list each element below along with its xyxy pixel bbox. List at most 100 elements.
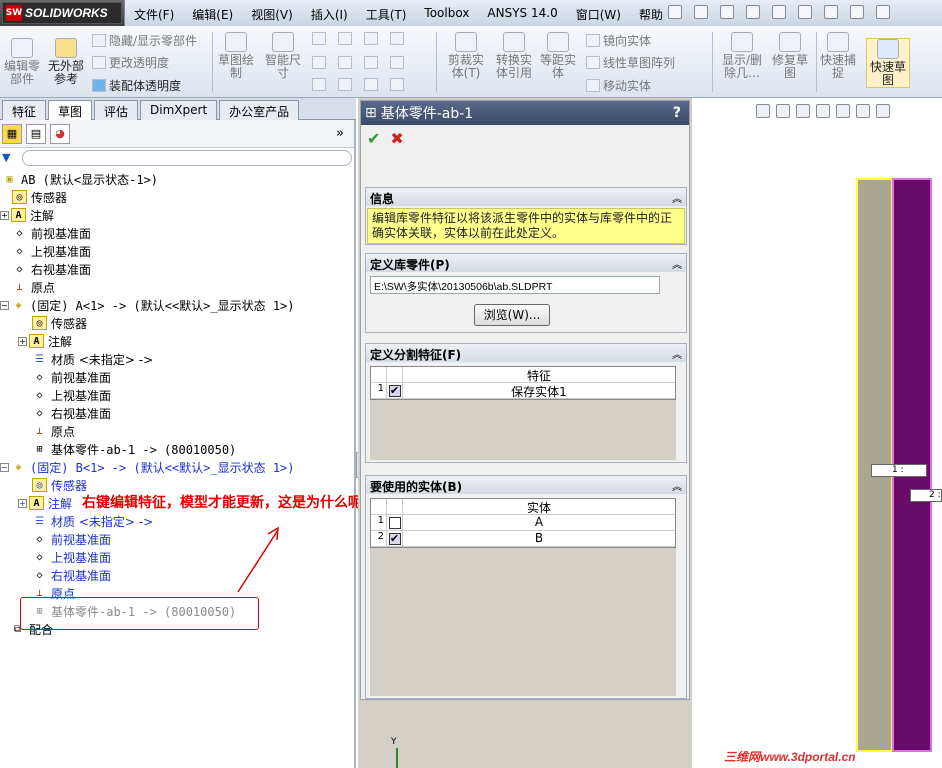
- print-icon[interactable]: [772, 5, 786, 19]
- tree-a-sensor[interactable]: ◎ 传感器: [32, 314, 87, 332]
- table-row[interactable]: 2 ✔ B: [371, 531, 675, 547]
- rebuild-icon[interactable]: [850, 5, 864, 19]
- tab-features[interactable]: 特征: [2, 100, 47, 120]
- browse-button[interactable]: 浏览(W)...: [474, 304, 550, 326]
- tree-a-origin[interactable]: ⊥ 原点: [32, 422, 75, 440]
- quick-snap-button[interactable]: 快速捕捉: [818, 32, 858, 80]
- linear-pattern-button[interactable]: 线性草图阵列: [586, 54, 675, 71]
- select-icon[interactable]: [824, 5, 838, 19]
- tree-top-plane[interactable]: ◇ 上视基准面: [12, 242, 91, 260]
- convert-button[interactable]: 转换实体引用: [492, 32, 536, 80]
- collapse-icon[interactable]: −: [0, 300, 9, 310]
- tree-root[interactable]: ▣ AB (默认<显示状态-1>): [2, 170, 158, 188]
- collapse-arrow-icon[interactable]: ︽: [672, 256, 682, 271]
- tree-a-right-plane[interactable]: ◇ 右视基准面: [32, 404, 111, 422]
- menu-toolbox[interactable]: Toolbox: [415, 0, 478, 26]
- section-view-icon[interactable]: [816, 104, 830, 118]
- move-button[interactable]: 移动实体: [586, 77, 651, 94]
- tree-part-b[interactable]: − ◈ (固定) B<1> -> (默认<<默认>_显示状态 1>): [0, 458, 295, 476]
- edit-part-button[interactable]: 编辑零部件: [2, 38, 42, 86]
- group-split-header[interactable]: 定义分割特征(F) ︽: [366, 344, 686, 362]
- tree-sensor[interactable]: ◎ 传感器: [12, 188, 67, 206]
- repair-button[interactable]: 修复草图: [770, 32, 810, 80]
- hide-show-button[interactable]: 隐藏/显示零部件: [92, 32, 197, 49]
- tree-b-material[interactable]: ☰ 材质 <未指定> ->: [32, 512, 153, 530]
- zoom-fit-icon[interactable]: [756, 104, 770, 118]
- save-icon[interactable]: [746, 5, 760, 19]
- menu-window[interactable]: 窗口(W): [567, 0, 630, 26]
- external-ref-button[interactable]: 无外部参考: [46, 38, 86, 86]
- menu-ansys[interactable]: ANSYS 14.0: [478, 0, 566, 26]
- arc-icon[interactable]: [338, 56, 352, 69]
- tree-a-annotation[interactable]: + A 注解: [18, 332, 72, 350]
- tree-origin[interactable]: ⊥ 原点: [12, 278, 55, 296]
- expand-icon[interactable]: +: [0, 210, 9, 220]
- plane-icon[interactable]: [390, 56, 404, 69]
- tree-part-a[interactable]: − ◈ (固定) A<1> -> (默认<<默认>_显示状态 1>): [0, 296, 295, 314]
- smart-dim-button[interactable]: 智能尺寸: [262, 32, 304, 80]
- mirror-button[interactable]: 镜向实体: [586, 32, 651, 49]
- config-manager-icon[interactable]: ◕: [50, 123, 70, 144]
- zoom-area-icon[interactable]: [776, 104, 790, 118]
- previous-view-icon[interactable]: [796, 104, 810, 118]
- row-checkbox[interactable]: ✔: [388, 532, 401, 545]
- slot-icon[interactable]: [312, 78, 326, 91]
- cancel-x-icon[interactable]: ✖: [390, 129, 403, 148]
- collapse-arrow-icon[interactable]: ︽: [672, 190, 682, 205]
- options-icon[interactable]: [876, 5, 890, 19]
- tab-sketch[interactable]: 草图: [48, 100, 93, 120]
- text-icon[interactable]: [390, 78, 404, 91]
- row-checkbox[interactable]: ✔: [388, 384, 401, 397]
- tab-office[interactable]: 办公室产品: [219, 100, 300, 120]
- group-library-header[interactable]: 定义库零件(P) ︽: [366, 254, 686, 272]
- tree-front-plane[interactable]: ◇ 前视基准面: [12, 224, 91, 242]
- trim-button[interactable]: 剪裁实体(T): [444, 32, 488, 80]
- pin-icon[interactable]: [668, 5, 682, 19]
- menu-edit[interactable]: 编辑(E): [183, 0, 242, 26]
- tree-b-sensor[interactable]: ◎ 传感器: [32, 476, 87, 494]
- expand-icon[interactable]: +: [18, 498, 27, 508]
- point-icon[interactable]: [364, 78, 378, 91]
- table-row[interactable]: 1 ✔ 保存实体1: [371, 383, 675, 399]
- tab-dimxpert[interactable]: DimXpert: [140, 100, 218, 120]
- ellipse-icon[interactable]: [364, 56, 378, 69]
- tree-right-plane[interactable]: ◇ 右视基准面: [12, 260, 91, 278]
- assembly-transparency-button[interactable]: 装配体透明度: [92, 77, 181, 94]
- rectangle-icon[interactable]: [312, 56, 326, 69]
- new-icon[interactable]: [694, 5, 708, 19]
- filter-icon[interactable]: ▼: [2, 151, 10, 164]
- menu-insert[interactable]: 插入(I): [302, 0, 357, 26]
- menu-file[interactable]: 文件(F): [125, 0, 183, 26]
- tree-b-top-plane[interactable]: ◇ 上视基准面: [32, 548, 111, 566]
- property-manager-icon[interactable]: ▤: [26, 123, 46, 144]
- feature-tree-icon[interactable]: ▦: [2, 123, 22, 144]
- collapse-arrow-icon[interactable]: ︽: [672, 346, 682, 361]
- offset-button[interactable]: 等距实体: [538, 32, 578, 80]
- tree-a-top-plane[interactable]: ◇ 上视基准面: [32, 386, 111, 404]
- sketch-button[interactable]: 草图绘制: [216, 32, 256, 80]
- help-icon[interactable]: ?: [673, 105, 681, 121]
- ok-check-icon[interactable]: ✔: [367, 129, 380, 148]
- sketch-fillet-icon[interactable]: [390, 32, 404, 45]
- tree-a-base-part[interactable]: ⊞ 基体零件-ab-1 -> (80010050): [32, 440, 236, 458]
- undo-icon[interactable]: [798, 5, 812, 19]
- menu-view[interactable]: 视图(V): [242, 0, 302, 26]
- solidworks-logo[interactable]: SW SOLIDWORKS: [2, 2, 122, 24]
- tree-b-annotation[interactable]: + A 注解: [18, 494, 72, 512]
- spline-icon[interactable]: [364, 32, 378, 45]
- display-delete-button[interactable]: 显示/删除几…: [718, 32, 766, 80]
- line-icon[interactable]: [312, 32, 326, 45]
- menu-tools[interactable]: 工具(T): [357, 0, 416, 26]
- table-row[interactable]: 1A: [371, 515, 675, 531]
- open-icon[interactable]: [720, 5, 734, 19]
- rapid-sketch-button[interactable]: 快速草图: [866, 38, 910, 88]
- tree-b-front-plane[interactable]: ◇ 前视基准面: [32, 530, 111, 548]
- expand-chevron-icon[interactable]: »: [330, 124, 350, 144]
- circle-icon[interactable]: [338, 32, 352, 45]
- tree-annotation[interactable]: + A 注解: [0, 206, 54, 224]
- tree-a-front-plane[interactable]: ◇ 前视基准面: [32, 368, 111, 386]
- expand-icon[interactable]: +: [18, 336, 27, 346]
- tree-b-right-plane[interactable]: ◇ 右视基准面: [32, 566, 111, 584]
- tab-evaluate[interactable]: 评估: [94, 100, 139, 120]
- collapse-icon[interactable]: −: [0, 462, 9, 472]
